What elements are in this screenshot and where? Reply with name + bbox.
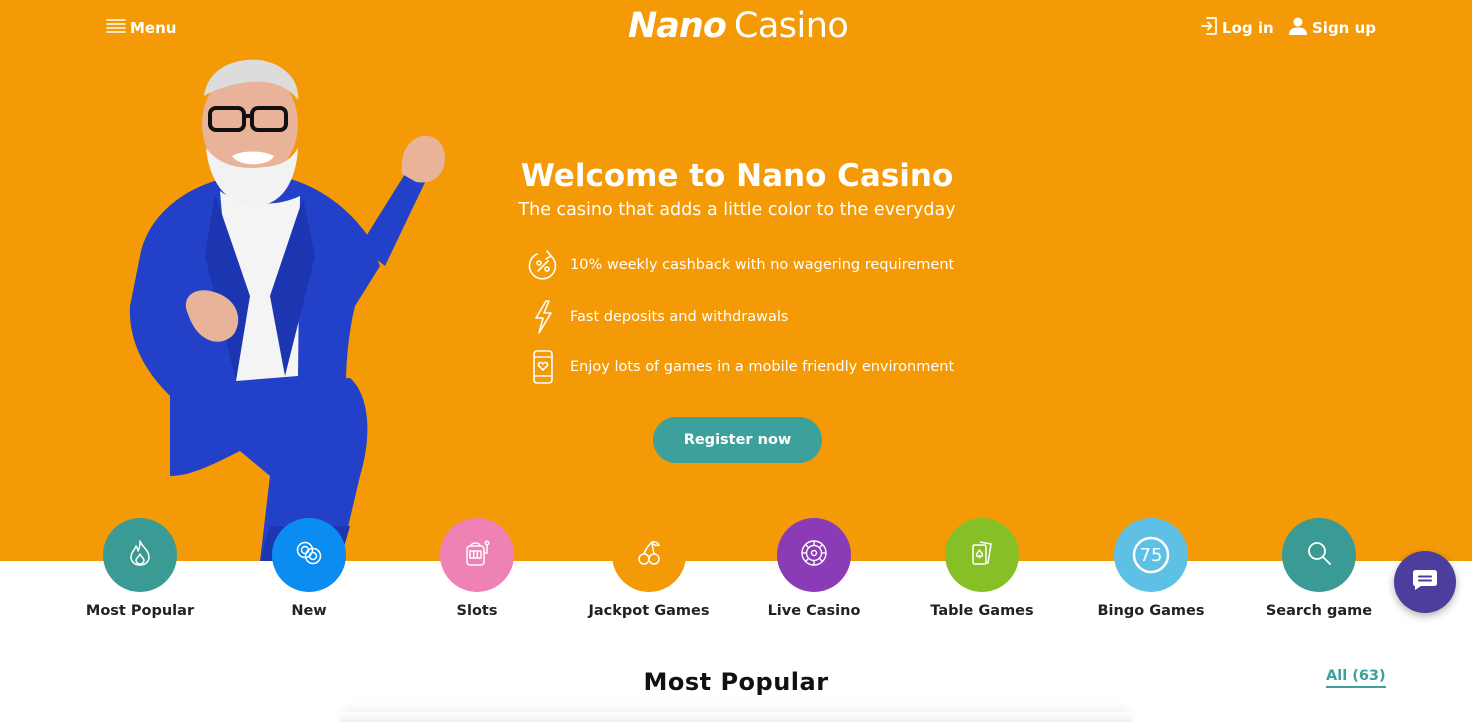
category-live-casino[interactable]: Live Casino: [739, 518, 889, 619]
roulette-icon: [799, 538, 829, 572]
category-most-popular[interactable]: Most Popular: [65, 518, 215, 619]
all-games-link[interactable]: All (63): [1326, 668, 1386, 688]
section-title: Most Popular: [643, 668, 829, 696]
signup-button[interactable]: Sign up: [1288, 17, 1376, 39]
category-label: Table Games: [930, 603, 1034, 619]
category-jackpot-games[interactable]: Jackpot Games: [574, 518, 724, 619]
category-search-game[interactable]: Search game: [1244, 518, 1394, 619]
category-bingo-games[interactable]: 75 Bingo Games: [1076, 518, 1226, 619]
chips-icon: [295, 540, 323, 570]
category-label: Most Popular: [85, 603, 195, 619]
category-circle: [440, 518, 514, 592]
login-button[interactable]: Log in: [1200, 17, 1274, 39]
category-label: Live Casino: [767, 603, 861, 619]
category-circle: [945, 518, 1019, 592]
category-circle: [612, 518, 686, 592]
feature-text-mobile: Enjoy lots of games in a mobile friendly…: [570, 359, 955, 375]
chat-icon: [1412, 569, 1438, 595]
lightning-icon: [527, 299, 559, 335]
category-circle: 75: [1114, 518, 1188, 592]
menu-button[interactable]: Menu: [106, 17, 176, 39]
hero-title: Welcome to Nano Casino: [520, 158, 954, 194]
signup-label: Sign up: [1312, 19, 1376, 37]
category-slots[interactable]: Slots: [402, 518, 552, 619]
feature-text-fast-deposits: Fast deposits and withdrawals: [570, 309, 789, 325]
category-circle: [272, 518, 346, 592]
category-label: Search game: [1265, 603, 1373, 619]
bingo-ball-icon: 75: [1131, 535, 1171, 575]
menu-label: Menu: [130, 19, 177, 37]
hero-subtitle: The casino that adds a little color to t…: [518, 200, 956, 220]
category-table-games[interactable]: Table Games: [907, 518, 1057, 619]
feature-item-fast-deposits: Fast deposits and withdrawals: [527, 299, 788, 335]
category-circle: [1282, 518, 1356, 592]
cashback-percent-icon: [527, 247, 559, 283]
hamburger-icon: [106, 18, 126, 38]
feature-item-cashback: 10% weekly cashback with no wagering req…: [527, 247, 954, 283]
feature-item-mobile: Enjoy lots of games in a mobile friendly…: [527, 349, 954, 385]
category-circle: [103, 518, 177, 592]
login-icon: [1200, 16, 1218, 40]
feature-text-cashback: 10% weekly cashback with no wagering req…: [570, 257, 955, 273]
hero-man-illustration: [129, 59, 445, 561]
search-icon: [1306, 540, 1332, 570]
logo-part-casino: Casino: [733, 6, 849, 46]
category-label: Bingo Games: [1097, 603, 1205, 619]
site-logo[interactable]: Nano Casino: [628, 6, 849, 50]
user-icon: [1288, 16, 1308, 40]
register-now-button[interactable]: Register now: [653, 417, 822, 463]
cherries-icon: [636, 539, 662, 571]
bingo-ball-number: 75: [1139, 544, 1163, 566]
chat-button[interactable]: [1394, 551, 1456, 613]
flame-icon: [127, 539, 153, 571]
category-label: New: [291, 603, 327, 619]
category-circle: [777, 518, 851, 592]
login-label: Log in: [1222, 19, 1274, 37]
slot-machine-icon: [464, 539, 490, 571]
category-new[interactable]: New: [234, 518, 384, 619]
category-label: Jackpot Games: [588, 603, 710, 619]
category-label: Slots: [456, 603, 498, 619]
logo-part-nano: Nano: [628, 6, 727, 46]
cards-icon: [969, 539, 995, 571]
mobile-phone-icon: [527, 349, 559, 385]
games-carousel-top-edge: [340, 712, 1132, 722]
